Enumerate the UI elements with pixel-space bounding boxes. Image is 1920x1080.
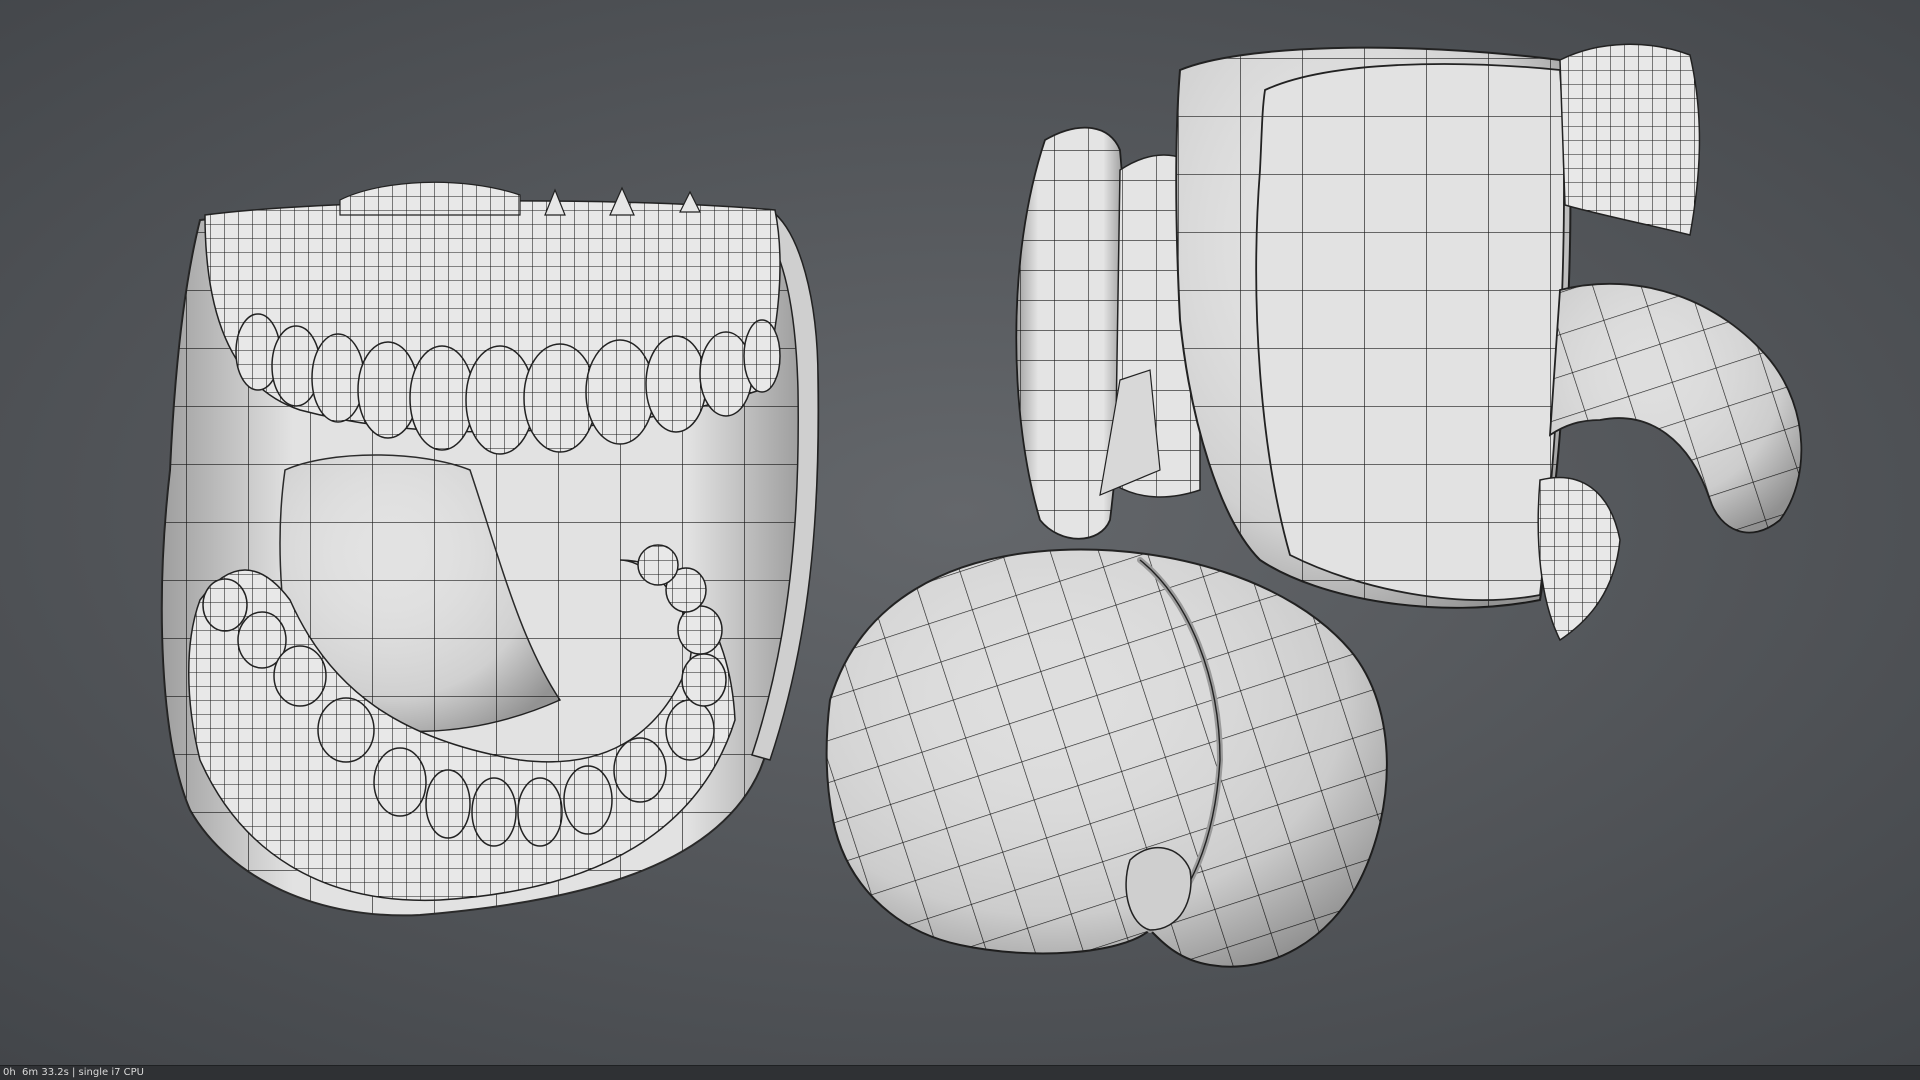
tongue-model[interactable]	[825, 548, 1388, 968]
side-front-panel	[1255, 63, 1565, 601]
render-canvas	[160, 43, 1803, 968]
side-upper-teeth	[1559, 43, 1701, 236]
mouth-side-model[interactable]	[1015, 43, 1803, 642]
render-time-label: 0h 6m 33.2s | single i7 CPU	[3, 1067, 144, 1078]
status-bar: 0h 6m 33.2s | single i7 CPU	[0, 1065, 1920, 1080]
mouth-front-model[interactable]	[160, 181, 820, 917]
render-viewport[interactable]	[0, 0, 1920, 1065]
side-lower-teeth	[1537, 476, 1621, 642]
